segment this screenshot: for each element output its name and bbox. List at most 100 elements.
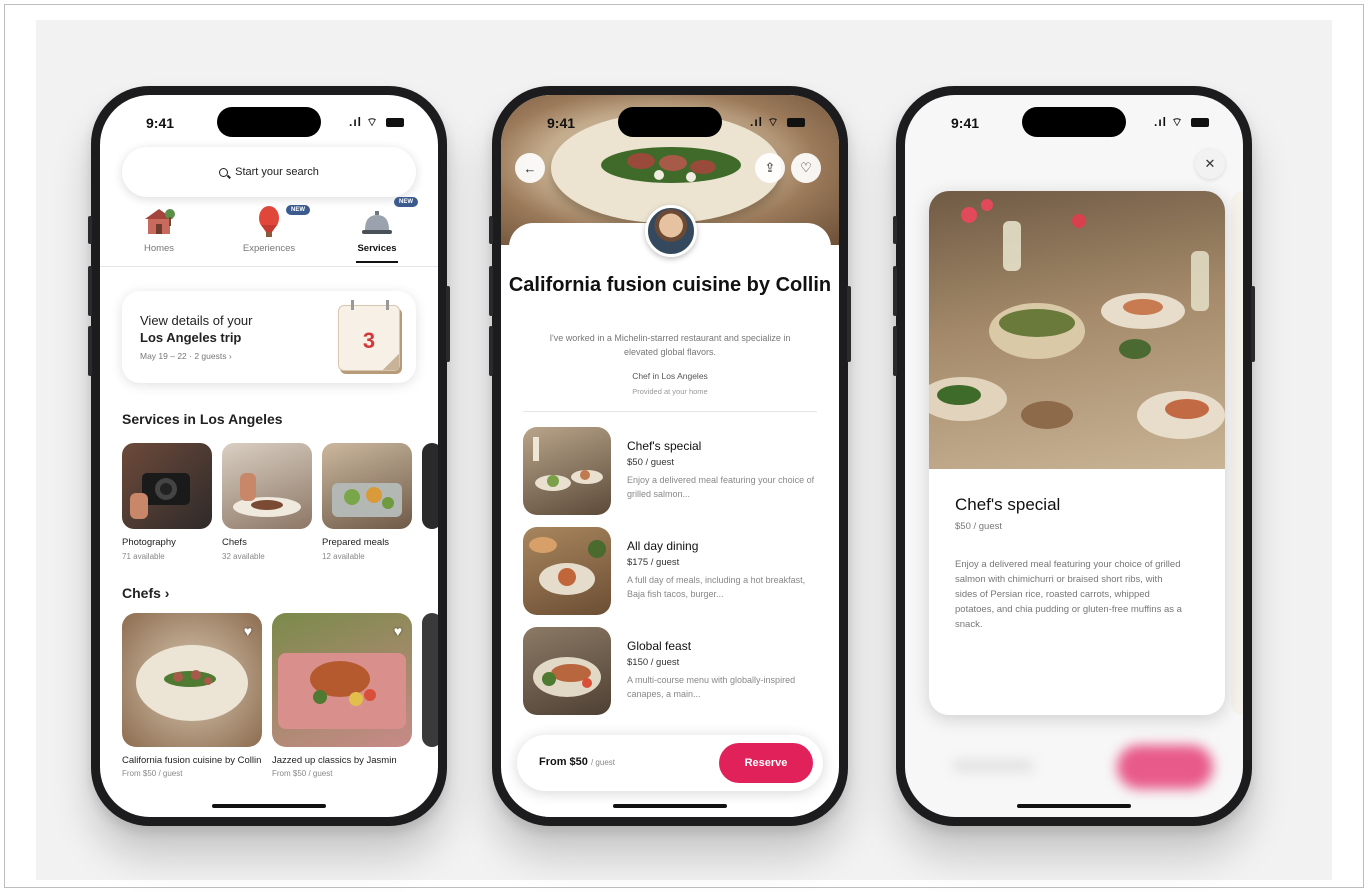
- status-time: 9:41: [951, 115, 980, 131]
- price-from-unit: / guest: [590, 758, 615, 767]
- chef-card-price: From $50 / guest: [272, 769, 333, 778]
- detail-item-name: Chef's special: [955, 495, 1061, 514]
- battery-icon: [787, 118, 805, 128]
- screen: 9:41 .ıl ⌔ ✕ Chef's special $50 / guest …: [905, 95, 1243, 817]
- service-count: 32 available: [222, 552, 265, 561]
- chefs-image: [222, 443, 312, 529]
- menu-item-global-feast[interactable]: Global feast $150 / guest A multi-course…: [523, 627, 823, 717]
- reserve-button[interactable]: Reserve: [719, 743, 813, 783]
- tab-services-label: Services: [357, 243, 397, 254]
- service-card-photography[interactable]: Photography 71 available: [122, 443, 212, 561]
- tab-experiences-label: Experiences: [242, 243, 296, 254]
- menu-item-image: [523, 427, 611, 515]
- chefs-section-title[interactable]: Chefs ›: [122, 585, 169, 601]
- menu-item-price: $175 / guest: [627, 557, 680, 568]
- phone-volume-up: [88, 266, 92, 316]
- menu-item-name: All day dining: [627, 539, 699, 553]
- phone-volume-up: [489, 266, 493, 316]
- menu-item-chefs-special[interactable]: Chef's special $50 / guest Enjoy a deliv…: [523, 427, 823, 517]
- phone-action-button: [88, 216, 92, 244]
- menu-item-image: [523, 527, 611, 615]
- price-from: From $50 / guest: [539, 756, 615, 768]
- chef-role: Chef in Los Angeles: [632, 371, 708, 381]
- prepared-meals-image: [322, 443, 412, 529]
- trip-card-title: Los Angeles trip: [140, 330, 242, 345]
- new-badge: NEW: [286, 205, 310, 215]
- next-chef-image: [422, 613, 438, 747]
- chef-avatar[interactable]: [645, 205, 697, 257]
- dynamic-island: [1022, 107, 1126, 137]
- calendar-page-fold: [383, 354, 399, 370]
- phone-volume-down: [893, 326, 897, 376]
- service-count: 12 available: [322, 552, 365, 561]
- menu-item-price: $50 / guest: [627, 457, 675, 468]
- menu-item-image: [523, 627, 611, 715]
- divider: [523, 411, 817, 412]
- tab-services[interactable]: NEW Services: [332, 197, 422, 263]
- chef-card-collin[interactable]: ♥ California fusion cuisine by Collin Fr…: [122, 613, 262, 778]
- status-time: 9:41: [146, 115, 175, 131]
- phone-action-button: [893, 216, 897, 244]
- service-card-peek[interactable]: [422, 443, 438, 529]
- service-bell-icon: [332, 205, 422, 239]
- phone-volume-up: [893, 266, 897, 316]
- phone-service-detail: 9:41 .ıl ⌔ ← ⇪ ♡ California fusion cuisi…: [489, 86, 851, 826]
- wifi-icon: ⌔: [767, 115, 780, 129]
- service-card-chefs[interactable]: Chefs 32 available: [222, 443, 312, 561]
- reserve-bar: From $50 / guest Reserve: [517, 735, 823, 791]
- dynamic-island: [217, 107, 321, 137]
- phone-power-button: [446, 286, 450, 362]
- chef-card-jasmin[interactable]: ♥ Jazzed up classics by Jasmin From $50 …: [272, 613, 412, 778]
- favorite-heart-icon[interactable]: ♥: [394, 623, 402, 639]
- service-description: I've worked in a Michelin-starred restau…: [549, 333, 791, 357]
- home-indicator: [613, 804, 727, 808]
- menu-item-description: Enjoy a delivered meal featuring your ch…: [627, 475, 815, 499]
- menu-item-description: A multi-course menu with globally-inspir…: [627, 675, 796, 699]
- photography-image: [122, 443, 212, 529]
- service-name: Prepared meals: [322, 537, 390, 548]
- service-title: California fusion cuisine by Collin: [508, 274, 832, 296]
- new-badge: NEW: [394, 197, 418, 207]
- house-icon: [114, 205, 204, 239]
- calendar-rings: [351, 300, 389, 310]
- trip-card-dates: May 19 – 22 · 2 guests ›: [140, 351, 232, 361]
- home-indicator: [1017, 804, 1131, 808]
- chef-card-price: From $50 / guest: [122, 769, 183, 778]
- tab-experiences[interactable]: NEW Experiences: [224, 205, 314, 254]
- services-section-title: Services in Los Angeles: [122, 411, 283, 427]
- trip-card[interactable]: View details of your Los Angeles trip Ma…: [122, 291, 416, 383]
- phone-power-button: [847, 286, 851, 362]
- tab-homes[interactable]: Homes: [114, 205, 204, 254]
- screen: 9:41 .ıl ⌔ Start your search Homes NEW E…: [100, 95, 438, 817]
- dynamic-island: [618, 107, 722, 137]
- blurred-reserve-bar: [937, 743, 1217, 791]
- menu-item-price: $150 / guest: [627, 657, 680, 668]
- status-icons: .ıl ⌔: [1154, 115, 1209, 130]
- signal-icon: .ıl: [750, 115, 764, 129]
- back-arrow-icon[interactable]: ←: [515, 153, 545, 183]
- menu-item-description: A full day of meals, including a hot bre…: [627, 575, 806, 599]
- wifi-icon: ⌔: [366, 115, 379, 129]
- menu-item-all-day-dining[interactable]: All day dining $175 / guest A full day o…: [523, 527, 823, 617]
- category-tabs: Homes NEW Experiences NEW Services: [100, 197, 438, 267]
- search-bar[interactable]: Start your search: [122, 147, 416, 197]
- service-card-prepared-meals[interactable]: Prepared meals 12 available: [322, 443, 412, 561]
- trip-card-line1: View details of your: [140, 313, 253, 328]
- phone-volume-down: [88, 326, 92, 376]
- screen: 9:41 .ıl ⌔ ← ⇪ ♡ California fusion cuisi…: [501, 95, 839, 817]
- status-icons: .ıl ⌔: [349, 115, 404, 130]
- next-card-peek[interactable]: [1231, 191, 1243, 715]
- chef-card-name: California fusion cuisine by Collin: [122, 755, 262, 766]
- menu-item-name: Global feast: [627, 639, 692, 653]
- phone-menu-item-detail: 9:41 .ıl ⌔ ✕ Chef's special $50 / guest …: [893, 86, 1255, 826]
- home-indicator: [212, 804, 326, 808]
- chef-dish-image: ♥: [122, 613, 262, 747]
- chef-card-peek[interactable]: [422, 613, 438, 747]
- phone-home-services: 9:41 .ıl ⌔ Start your search Homes NEW E…: [88, 86, 450, 826]
- share-icon[interactable]: ⇪: [755, 153, 785, 183]
- heart-icon[interactable]: ♡: [791, 153, 821, 183]
- favorite-heart-icon[interactable]: ♥: [244, 623, 252, 639]
- phone-volume-down: [489, 326, 493, 376]
- next-service-image: [422, 443, 438, 529]
- close-icon[interactable]: ✕: [1195, 149, 1225, 179]
